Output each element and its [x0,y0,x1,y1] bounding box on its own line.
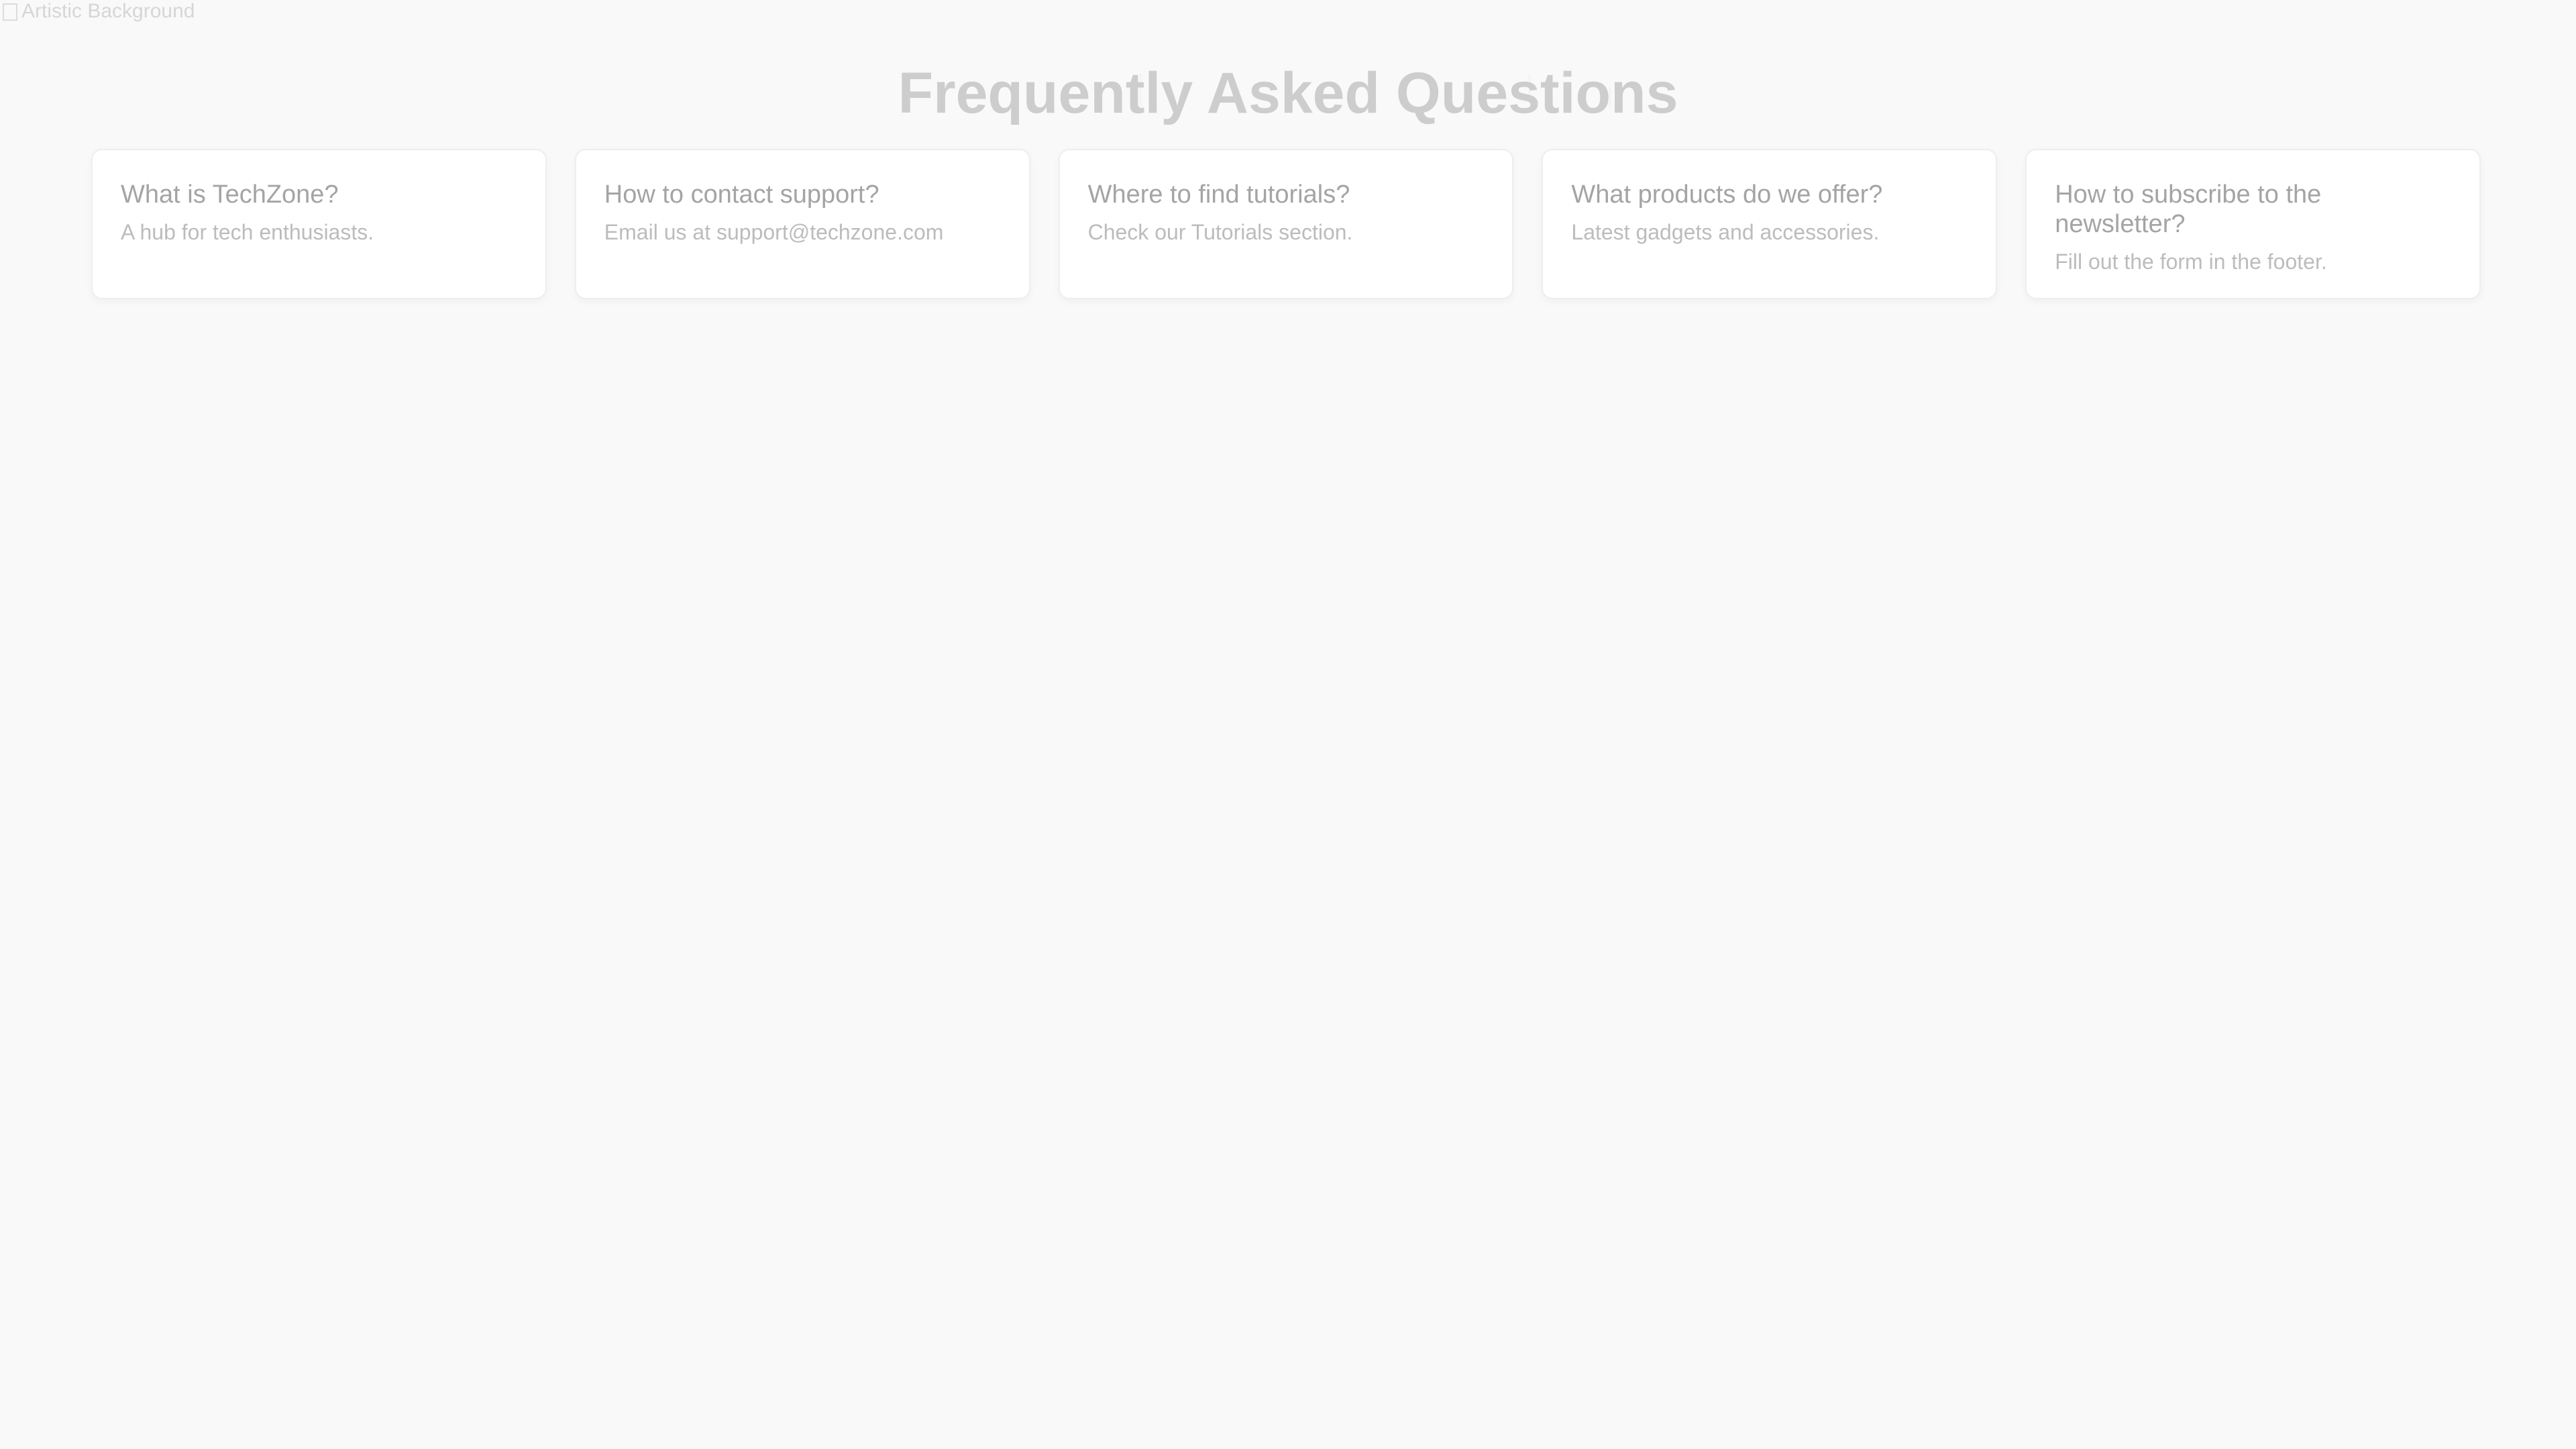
faq-question: What products do we offer? [1571,180,1883,209]
faq-answer: Fill out the form in the footer. [2055,250,2327,274]
faq-question: Where to find tutorials? [1087,180,1350,209]
faq-card[interactable]: What products do we offer? Latest gadget… [1542,149,1998,299]
faq-card-list: What is TechZone? A hub for tech enthusi… [91,149,2481,299]
page-title: Frequently Asked Questions [898,61,1678,125]
faq-card[interactable]: How to subscribe to the newsletter? Fill… [2025,149,2481,299]
faq-question: How to subscribe to the newsletter? [2055,180,2322,238]
faq-answer: Check our Tutorials section. [1087,220,1353,244]
faq-answer: Latest gadgets and accessories. [1571,220,1880,244]
faq-question: What is TechZone? [121,180,339,209]
faq-answer: Email us at support@techzone.com [604,220,944,244]
broken-image-icon [3,3,17,21]
faq-page: Artistic Background Frequently Asked Que… [0,0,2576,1449]
faq-card[interactable]: What is TechZone? A hub for tech enthusi… [91,149,547,299]
background-alt-text: Artistic Background [21,0,195,22]
faq-card[interactable]: How to contact support? Email us at supp… [574,149,1030,299]
background-image-alt: Artistic Background [3,1,195,21]
faq-card[interactable]: Where to find tutorials? Check our Tutor… [1058,149,1514,299]
faq-answer: A hub for tech enthusiasts. [121,220,374,244]
faq-question: How to contact support? [604,180,879,209]
